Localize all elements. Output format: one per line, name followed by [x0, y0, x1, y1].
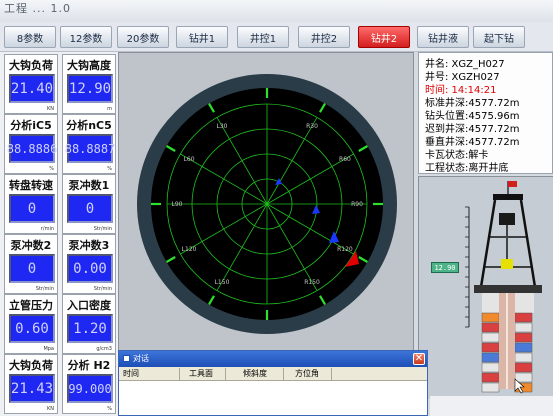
- gauge-value: 88.8886: [7, 134, 57, 163]
- column-toolface[interactable]: 工具面: [189, 368, 213, 379]
- radar-label: L120: [182, 246, 197, 253]
- gauge-9: 入口密度 1.20 g/cm3: [62, 294, 116, 354]
- gauge-label: 大钩负荷: [9, 359, 53, 372]
- gauge-unit: KN: [46, 106, 54, 112]
- radar-label: L30: [217, 123, 228, 130]
- gauge-label: 泵冲数3: [68, 239, 110, 252]
- gauge-unit: m: [107, 106, 112, 112]
- gauge-value: 0: [9, 254, 55, 283]
- title-bar: 工程 ... 1.0: [0, 0, 553, 22]
- gauge-7: 泵冲数3 0.00 Str/min: [62, 234, 116, 294]
- gauge-value: 0.00: [67, 254, 113, 283]
- tab-0[interactable]: 8参数: [4, 26, 56, 48]
- gauge-label: 入口密度: [67, 299, 111, 312]
- gauge-label: 转盘转速: [9, 179, 53, 192]
- rig-graphic: [419, 177, 553, 399]
- gauge-unit: Str/min: [35, 286, 54, 292]
- gauge-6: 泵冲数2 0 Str/min: [4, 234, 58, 294]
- gauge-value: 88.8887: [65, 134, 115, 163]
- dialog-title-bar[interactable]: 对话 ✕: [119, 351, 427, 367]
- gauge-5: 泵冲数1 0 Str/min: [62, 174, 116, 234]
- drilling-rig-diagram: 12.90: [418, 176, 553, 399]
- gauge-8: 立管压力 0.60 Mpa: [4, 294, 58, 354]
- gauge-label: 分析nC5: [66, 119, 112, 132]
- gauge-11: 分析 H2 99.000%: [62, 354, 116, 414]
- survey-dialog[interactable]: 对话 ✕ 时间 工具面 倾斜度 方位角: [118, 350, 428, 416]
- gauge-unit: r/min: [40, 226, 54, 232]
- hook-height-readout: 12.90: [431, 262, 459, 273]
- gauge-10: 大钩负荷 21.43 KN: [4, 354, 58, 414]
- gauge-value: 0.60: [9, 314, 55, 343]
- dialog-column-header: 时间 工具面 倾斜度 方位角: [119, 367, 427, 381]
- app-window: 工程 ... 1.0 8参数 12参数 20参数 钻井1 井控1 井控2 钻井2 钻井液 起下钻…: [0, 0, 553, 416]
- rig-flag-icon: [508, 181, 517, 187]
- radar-label: R90: [351, 201, 363, 208]
- parameter-gauge-panel: 大钩负荷 21.40 KN 大钩高度 12.90 m 分析iC5 88.8886% 分析nC5 8…: [0, 52, 118, 416]
- status-area: [430, 396, 553, 416]
- tab-1[interactable]: 12参数: [60, 26, 112, 48]
- gauge-4: 转盘转速 0 r/min: [4, 174, 58, 234]
- gauge-value: 0: [67, 194, 113, 223]
- gauge-unit: %: [107, 166, 112, 172]
- gauge-value: 21.43: [9, 374, 55, 403]
- gauge-label: 分析 H2: [67, 359, 111, 372]
- gauge-label: 泵冲数2: [10, 239, 52, 252]
- tab-3[interactable]: 钻井1: [176, 26, 228, 48]
- gauge-unit: %: [49, 166, 54, 172]
- toolface-radar-panel: L30 R30 L60 R60 L90 R90 L120 R120 L150 R150: [118, 52, 414, 364]
- gauge-label: 立管压力: [9, 299, 53, 312]
- column-time[interactable]: 时间: [123, 368, 139, 379]
- hook-block-icon: [501, 259, 513, 269]
- gauge-label: 泵冲数1: [68, 179, 110, 192]
- window-title: 工程 ... 1.0: [4, 2, 71, 15]
- radar-label: R150: [304, 279, 320, 286]
- tab-bar: 8参数 12参数 20参数 钻井1 井控1 井控2 钻井2 钻井液 起下钻: [0, 22, 553, 52]
- gauge-value: 0: [9, 194, 55, 223]
- gauge-label: 大钩负荷: [9, 59, 53, 72]
- gauge-0: 大钩负荷 21.40 KN: [4, 54, 58, 114]
- radar-label: L150: [215, 279, 230, 286]
- gauge-3: 分析nC5 88.8887%: [62, 114, 116, 174]
- tab-8[interactable]: 起下钻: [473, 26, 525, 48]
- hook-height-value: 12.90: [434, 263, 456, 272]
- close-icon[interactable]: ✕: [413, 353, 425, 365]
- radar-label: L60: [184, 156, 195, 163]
- gauge-unit: Str/min: [93, 226, 112, 232]
- gauge-unit: Mpa: [43, 346, 54, 352]
- dialog-window-icon: [123, 355, 130, 362]
- radar-label: R60: [339, 156, 351, 163]
- well-info-panel: 井名: XGZ_H027 井号: XGZH027 时间: 14:14:21 标准…: [418, 52, 553, 174]
- radar-chart: L30 R30 L60 R60 L90 R90 L120 R120 L150 R150: [137, 74, 397, 334]
- gauge-value: 1.20: [67, 314, 113, 343]
- tab-6[interactable]: 钻井2: [358, 26, 410, 48]
- gauge-unit: KN: [46, 406, 54, 412]
- tab-5[interactable]: 井控2: [298, 26, 350, 48]
- radar-label: L90: [172, 201, 183, 208]
- gauge-value: 21.40: [9, 74, 55, 103]
- column-inclination[interactable]: 倾斜度: [243, 368, 267, 379]
- gauge-value: 12.90: [67, 74, 113, 103]
- radar-label: R30: [306, 123, 318, 130]
- engineering-status: 工程状态:离开井底: [425, 163, 509, 174]
- radar-label: R120: [337, 246, 353, 253]
- gauge-unit: Str/min: [93, 286, 112, 292]
- gauge-value: 99.000: [67, 374, 113, 403]
- column-azimuth[interactable]: 方位角: [295, 368, 319, 379]
- gauge-label: 分析iC5: [10, 119, 52, 132]
- tab-7[interactable]: 钻井液: [417, 26, 469, 48]
- gauge-unit: %: [107, 406, 112, 412]
- tab-4[interactable]: 井控1: [237, 26, 289, 48]
- dialog-title: 对话: [133, 354, 149, 363]
- gauge-2: 分析iC5 88.8886%: [4, 114, 58, 174]
- gauge-1: 大钩高度 12.90 m: [62, 54, 116, 114]
- tab-2[interactable]: 20参数: [117, 26, 169, 48]
- gauge-label: 大钩高度: [67, 59, 111, 72]
- gauge-unit: g/cm3: [96, 346, 112, 352]
